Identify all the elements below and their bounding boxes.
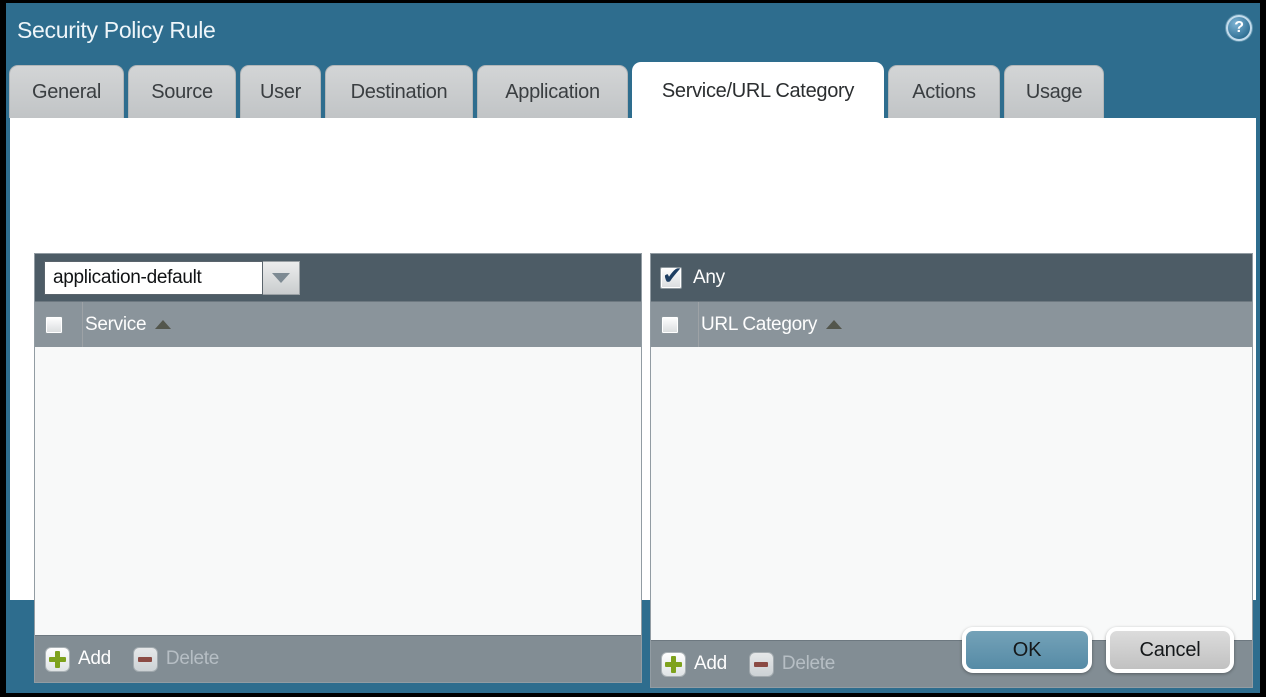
dialog-title: Security Policy Rule xyxy=(17,17,216,44)
add-icon xyxy=(45,647,70,672)
url-category-table-body[interactable] xyxy=(651,347,1252,640)
any-label: Any xyxy=(693,267,725,289)
tab-content-area: Service Add Delete ✔ xyxy=(10,118,1256,600)
service-add-label: Add xyxy=(78,648,111,670)
service-table-header: Service xyxy=(35,301,641,347)
url-category-delete-label: Delete xyxy=(782,653,835,675)
cancel-button[interactable]: Cancel xyxy=(1106,627,1234,673)
security-policy-rule-dialog: Security Policy Rule ? General Source Us… xyxy=(0,0,1266,697)
tab-user[interactable]: User xyxy=(240,65,321,118)
checkmark-icon: ✔ xyxy=(662,261,683,291)
url-category-panel: ✔ Any URL Category Add Delete xyxy=(650,253,1253,688)
any-checkbox[interactable]: ✔ xyxy=(660,267,682,289)
service-panel-footer: Add Delete xyxy=(35,635,641,682)
tab-general[interactable]: General xyxy=(9,65,124,118)
url-category-select-all-checkbox[interactable] xyxy=(661,316,679,334)
service-type-input[interactable] xyxy=(44,261,263,295)
ok-button[interactable]: OK xyxy=(962,627,1092,673)
help-icon[interactable]: ? xyxy=(1226,15,1252,41)
header-divider xyxy=(698,302,699,347)
service-panel: Service Add Delete xyxy=(34,253,642,683)
tab-destination[interactable]: Destination xyxy=(325,65,473,118)
url-category-table-header: URL Category xyxy=(651,301,1252,347)
tab-actions[interactable]: Actions xyxy=(888,65,1000,118)
chevron-down-icon xyxy=(272,273,290,283)
service-delete-button[interactable]: Delete xyxy=(133,647,219,672)
sort-ascending-icon xyxy=(155,320,171,329)
service-select-all-checkbox[interactable] xyxy=(45,316,63,334)
delete-icon xyxy=(133,647,158,672)
service-table-body[interactable] xyxy=(35,347,641,635)
tab-source[interactable]: Source xyxy=(128,65,236,118)
tab-usage[interactable]: Usage xyxy=(1004,65,1104,118)
header-divider xyxy=(82,302,83,347)
url-category-add-button[interactable]: Add xyxy=(661,652,727,677)
url-category-column-header[interactable]: URL Category xyxy=(701,314,817,336)
sort-ascending-icon xyxy=(826,320,842,329)
add-icon xyxy=(661,652,686,677)
service-panel-toolbar xyxy=(35,254,641,301)
url-category-delete-button[interactable]: Delete xyxy=(749,652,835,677)
tab-service-url-category[interactable]: Service/URL Category xyxy=(632,62,884,120)
service-add-button[interactable]: Add xyxy=(45,647,111,672)
tab-application[interactable]: Application xyxy=(477,65,628,118)
service-delete-label: Delete xyxy=(166,648,219,670)
delete-icon xyxy=(749,652,774,677)
url-category-add-label: Add xyxy=(694,653,727,675)
any-checkbox-row: ✔ Any xyxy=(660,267,725,289)
url-category-panel-toolbar: ✔ Any xyxy=(651,254,1252,301)
service-type-combobox xyxy=(44,261,300,295)
service-column-header[interactable]: Service xyxy=(85,314,146,336)
service-type-dropdown-button[interactable] xyxy=(263,261,300,295)
